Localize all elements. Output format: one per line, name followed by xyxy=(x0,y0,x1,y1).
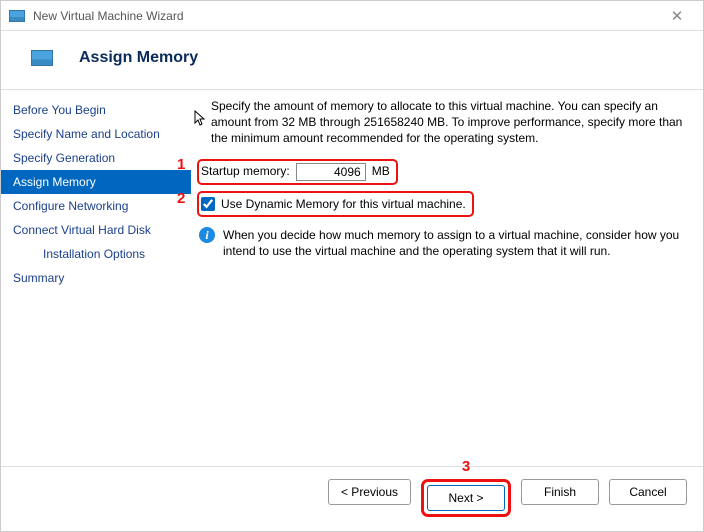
intro-text-span: Specify the amount of memory to allocate… xyxy=(211,99,682,145)
header: Assign Memory xyxy=(1,31,703,89)
app-icon xyxy=(9,10,25,22)
dynamic-memory-row-highlight: Use Dynamic Memory for this virtual mach… xyxy=(197,191,474,217)
monitor-icon xyxy=(31,50,53,66)
next-button-highlight: 3 Next > xyxy=(421,479,511,517)
info-row: i When you decide how much memory to ass… xyxy=(197,227,685,259)
cancel-button[interactable]: Cancel xyxy=(609,479,687,505)
dynamic-memory-label: Use Dynamic Memory for this virtual mach… xyxy=(221,196,466,212)
next-button[interactable]: Next > xyxy=(427,485,505,511)
dynamic-memory-checkbox[interactable] xyxy=(201,197,215,211)
step-installation-options[interactable]: Installation Options xyxy=(1,242,191,266)
cursor-icon xyxy=(193,110,207,128)
close-icon[interactable]: ✕ xyxy=(659,7,695,25)
intro-text: Specify the amount of memory to allocate… xyxy=(197,98,685,147)
body: Before You Begin Specify Name and Locati… xyxy=(1,89,703,466)
window-title: New Virtual Machine Wizard xyxy=(33,9,659,23)
callout-3: 3 xyxy=(462,458,470,475)
step-specify-name[interactable]: Specify Name and Location xyxy=(1,122,191,146)
footer: < Previous 3 Next > Finish Cancel xyxy=(1,466,703,531)
startup-memory-row-highlight: Startup memory: MB xyxy=(197,159,398,185)
startup-memory-label: Startup memory: xyxy=(201,163,290,179)
previous-button[interactable]: < Previous xyxy=(328,479,411,505)
startup-memory-unit: MB xyxy=(372,163,390,179)
content-panel: Specify the amount of memory to allocate… xyxy=(191,90,703,466)
titlebar: New Virtual Machine Wizard ✕ xyxy=(1,1,703,31)
finish-button[interactable]: Finish xyxy=(521,479,599,505)
step-summary[interactable]: Summary xyxy=(1,266,191,290)
wizard-window: New Virtual Machine Wizard ✕ Assign Memo… xyxy=(0,0,704,532)
info-icon: i xyxy=(199,227,215,243)
step-connect-vhd[interactable]: Connect Virtual Hard Disk xyxy=(1,218,191,242)
callout-1: 1 xyxy=(177,155,185,175)
startup-memory-input[interactable] xyxy=(296,163,366,181)
page-title: Assign Memory xyxy=(79,49,198,67)
step-configure-networking[interactable]: Configure Networking xyxy=(1,194,191,218)
step-before-you-begin[interactable]: Before You Begin xyxy=(1,98,191,122)
wizard-steps: Before You Begin Specify Name and Locati… xyxy=(1,90,191,466)
step-specify-generation[interactable]: Specify Generation xyxy=(1,146,191,170)
callout-2: 2 xyxy=(177,189,185,209)
info-text: When you decide how much memory to assig… xyxy=(223,227,685,259)
step-assign-memory[interactable]: Assign Memory xyxy=(1,170,191,194)
